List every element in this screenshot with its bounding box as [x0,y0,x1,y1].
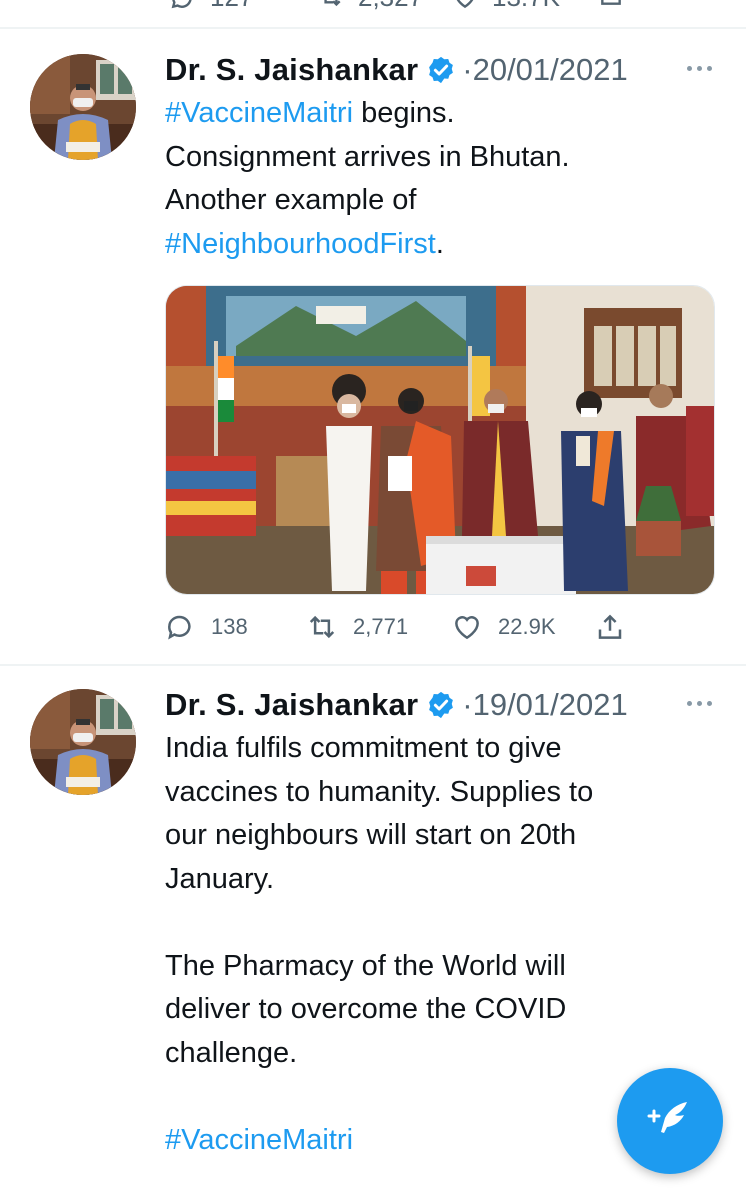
more-icon[interactable] [684,693,714,713]
verified-badge-icon [429,691,454,719]
compose-tweet-button[interactable] [617,1068,723,1174]
like-icon [455,616,479,640]
tweet-line: vaccines to humanity. Supplies to [165,775,594,808]
tweet-line: The Pharmacy of the World will [165,949,566,982]
hashtag-link[interactable]: #VaccineMaitri [165,97,353,129]
tweet-header: Dr. S. Jaishankar ·20/01/2021 [165,48,628,92]
tweet-date[interactable]: ·19/01/2021 [462,687,627,723]
previous-tweet-actions: 127 2,327 13.7K [0,0,746,12]
tweet-line: India fulfils commitment to give [165,732,562,764]
tweet-line: deliver to overcome the COVID [165,993,567,1025]
tweet-photo[interactable] [165,285,715,595]
share-icon [601,0,621,5]
tweet-line: challenge. [165,1036,298,1069]
tweet-header: Dr. S. Jaishankar ·19/01/2021 [165,683,628,727]
retweet-count: 2,327 [358,0,423,13]
avatar-image [30,689,136,795]
share-action[interactable] [598,0,624,8]
retweet-count: 2,771 [353,614,409,639]
tweet-actions: 138 2,771 22.9K [165,612,635,648]
reply-count: 138 [211,614,248,639]
avatar[interactable] [30,54,136,160]
like-button[interactable]: 22.9K [452,612,556,642]
retweet-action[interactable]: 2,327 [318,0,423,13]
like-count: 13.7K [492,0,560,13]
retweet-icon [309,615,335,639]
author-name[interactable]: Dr. S. Jaishankar [165,687,418,723]
share-button[interactable] [595,612,641,642]
tweet-line: our neighbours will start on 20th [165,819,577,851]
reply-button[interactable]: 138 [165,612,248,642]
tweet-line: Consignment arrives in Bhutan. [165,140,570,173]
hashtag-link[interactable]: #NeighbourhoodFirst [165,228,436,260]
photo-image [166,286,714,594]
verified-badge-icon [429,56,454,84]
tweet-divider [0,664,746,666]
compose-tweet-icon [647,1102,687,1133]
tweet-line: #VaccineMaitri begins. [165,97,455,129]
tweet-divider [0,27,746,29]
avatar-image [30,54,136,160]
like-count: 22.9K [498,614,556,639]
reply-icon [168,615,191,640]
tweet-line: #NeighbourhoodFirst. [165,227,444,260]
reply-action[interactable]: 127 [170,0,253,13]
retweet-button[interactable]: 2,771 [307,612,408,642]
tweet-date[interactable]: ·20/01/2021 [462,52,627,88]
retweet-icon [324,0,341,6]
reply-count: 127 [210,0,253,13]
tweet-text: #VaccineMaitri begins. Consignment arriv… [165,92,725,266]
tweet-line: Another example of [165,184,417,216]
tweet-line: January. [165,862,275,895]
share-icon [598,614,622,639]
timeline: 127 2,327 13.7K [0,0,746,1200]
like-action[interactable]: 13.7K [452,0,560,13]
reply-icon [171,0,192,8]
like-icon [457,0,473,8]
author-name[interactable]: Dr. S. Jaishankar [165,52,418,88]
more-icon[interactable] [684,58,714,78]
avatar[interactable] [30,689,136,795]
line-break [165,901,725,945]
